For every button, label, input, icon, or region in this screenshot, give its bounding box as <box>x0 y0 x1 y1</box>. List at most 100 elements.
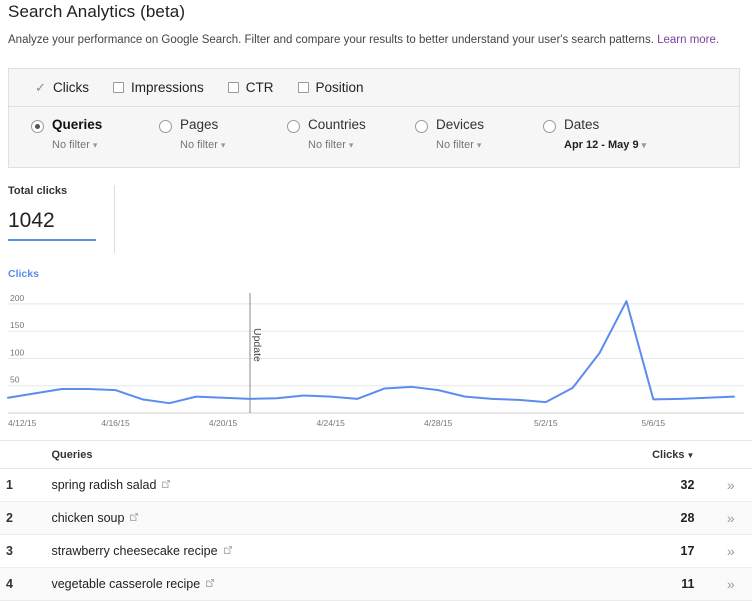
row-rank: 2 <box>6 511 13 525</box>
total-clicks-underline <box>8 239 96 241</box>
metric-checkbox-row: ✓ Clicks Impressions CTR Position <box>9 69 739 107</box>
metric-position-label: Position <box>316 80 364 95</box>
dimension-devices-filter[interactable]: No filter▾ <box>436 139 484 151</box>
col-rank-header <box>0 441 51 469</box>
dimension-queries[interactable]: Queries No filter▾ <box>31 117 159 151</box>
chevron-down-icon: ▾ <box>221 140 226 151</box>
page-title: Search Analytics (beta) <box>8 2 185 22</box>
row-rank: 4 <box>6 577 13 591</box>
chevron-down-icon: ▾ <box>349 140 354 151</box>
row-rank: 3 <box>6 544 13 558</box>
metric-ctr[interactable]: CTR <box>228 80 274 95</box>
row-expand-icon[interactable]: » <box>727 510 734 526</box>
external-link-icon[interactable] <box>223 544 233 558</box>
row-clicks: 11 <box>681 577 694 591</box>
chart-x-tick-labels: 4/12/15 4/16/15 4/20/15 4/24/15 4/28/15 5/2/1… <box>8 418 665 428</box>
table-row[interactable]: 3 strawberry cheesecake recipe 17 » <box>0 535 752 568</box>
row-clicks: 17 <box>681 544 695 558</box>
radio-icon <box>415 120 428 133</box>
radio-icon <box>543 120 556 133</box>
row-expand-icon[interactable]: » <box>727 477 734 493</box>
external-link-icon[interactable] <box>129 511 139 525</box>
metric-clicks[interactable]: ✓ Clicks <box>35 80 89 95</box>
dimension-radio-row: Queries No filter▾ Pages No filter▾ Coun… <box>9 107 739 167</box>
table-row[interactable]: 2 chicken soup 28 » <box>0 502 752 535</box>
dimension-dates[interactable]: Dates Apr 12 - May 9▾ <box>543 117 671 151</box>
radio-icon <box>287 120 300 133</box>
svg-text:5/2/15: 5/2/15 <box>534 418 558 428</box>
check-icon: ✓ <box>35 82 46 93</box>
metric-position[interactable]: Position <box>298 80 364 95</box>
dimension-countries[interactable]: Countries No filter▾ <box>287 117 415 151</box>
row-query-text: spring radish salad <box>51 478 156 492</box>
checkbox-icon <box>228 82 239 93</box>
chevron-down-icon: ▾ <box>93 140 98 151</box>
checkbox-icon <box>298 82 309 93</box>
table-header-row: Queries Clicks▼ <box>0 441 752 469</box>
external-link-icon[interactable] <box>161 478 171 492</box>
col-arrow-header <box>708 441 752 469</box>
search-analytics-page: Search Analytics (beta) Analyze your per… <box>0 0 752 600</box>
row-expand-icon[interactable]: » <box>727 576 734 592</box>
row-expand-icon[interactable]: » <box>727 543 734 559</box>
chart-series-clicks <box>8 301 734 403</box>
total-clicks-card[interactable]: Total clicks 1042 <box>8 185 104 253</box>
dimension-dates-filter[interactable]: Apr 12 - May 9▾ <box>564 139 646 151</box>
dimension-queries-label: Queries <box>52 117 102 132</box>
chart-gridlines <box>8 304 744 386</box>
svg-text:200: 200 <box>10 293 24 303</box>
row-query-text: vegetable casserole recipe <box>51 577 200 591</box>
metric-impressions[interactable]: Impressions <box>113 80 204 95</box>
svg-text:4/24/15: 4/24/15 <box>316 418 345 428</box>
totals-section: Total clicks 1042 <box>8 185 115 253</box>
svg-text:150: 150 <box>10 320 24 330</box>
dimension-dates-label: Dates <box>564 117 646 132</box>
dimension-queries-filter[interactable]: No filter▾ <box>52 139 102 151</box>
chevron-down-icon: ▾ <box>642 140 647 151</box>
col-queries-header[interactable]: Queries <box>51 441 605 469</box>
metric-ctr-label: CTR <box>246 80 274 95</box>
checkbox-icon <box>113 82 124 93</box>
svg-text:4/12/15: 4/12/15 <box>8 418 37 428</box>
chart-svg[interactable]: 200 150 100 50 4/12/15 4/16/15 4/20/15 4/24/15… <box>0 268 752 428</box>
col-clicks-header[interactable]: Clicks▼ <box>605 441 708 469</box>
svg-text:100: 100 <box>10 347 24 357</box>
dimension-countries-label: Countries <box>308 117 366 132</box>
page-description: Analyze your performance on Google Searc… <box>8 34 719 46</box>
total-clicks-label: Total clicks <box>8 185 104 197</box>
dimension-devices-label: Devices <box>436 117 484 132</box>
filter-panel: ✓ Clicks Impressions CTR Position Querie… <box>8 68 740 168</box>
page-description-text: Analyze your performance on Google Searc… <box>8 34 654 46</box>
external-link-icon[interactable] <box>205 577 215 591</box>
table-body: 1spring radish salad32»2chicken soup28»3… <box>0 469 752 601</box>
table-row[interactable]: 4 vegetable casserole recipe 11 » <box>0 568 752 601</box>
dimension-devices[interactable]: Devices No filter▾ <box>415 117 543 151</box>
svg-text:4/28/15: 4/28/15 <box>424 418 453 428</box>
radio-selected-icon <box>31 120 44 133</box>
table-row[interactable]: 1 spring radish salad 32 » <box>0 469 752 502</box>
row-rank: 1 <box>6 478 13 492</box>
radio-icon <box>159 120 172 133</box>
dimension-pages[interactable]: Pages No filter▾ <box>159 117 287 151</box>
total-clicks-value: 1042 <box>8 209 104 233</box>
queries-table: Queries Clicks▼ 1spring radish salad32»2… <box>0 440 752 601</box>
learn-more-link[interactable]: Learn more. <box>657 34 719 46</box>
svg-text:4/16/15: 4/16/15 <box>101 418 130 428</box>
totals-divider <box>114 185 115 253</box>
chart-y-tick-labels: 200 150 100 50 <box>10 293 24 385</box>
row-clicks: 32 <box>681 478 695 492</box>
chevron-down-icon: ▾ <box>477 140 482 151</box>
row-query-text: strawberry cheesecake recipe <box>51 544 217 558</box>
sort-descending-icon: ▼ <box>687 451 695 460</box>
svg-text:4/20/15: 4/20/15 <box>209 418 238 428</box>
svg-text:5/6/15: 5/6/15 <box>642 418 666 428</box>
clicks-chart: Clicks 20015010050 4/12/154/16/154/20/15… <box>0 268 752 428</box>
metric-clicks-label: Clicks <box>53 80 89 95</box>
dimension-pages-label: Pages <box>180 117 225 132</box>
svg-text:50: 50 <box>10 375 20 385</box>
chart-annotation-label: Update <box>251 328 263 362</box>
row-query-text: chicken soup <box>51 511 124 525</box>
dimension-pages-filter[interactable]: No filter▾ <box>180 139 225 151</box>
row-clicks: 28 <box>681 511 695 525</box>
dimension-countries-filter[interactable]: No filter▾ <box>308 139 366 151</box>
